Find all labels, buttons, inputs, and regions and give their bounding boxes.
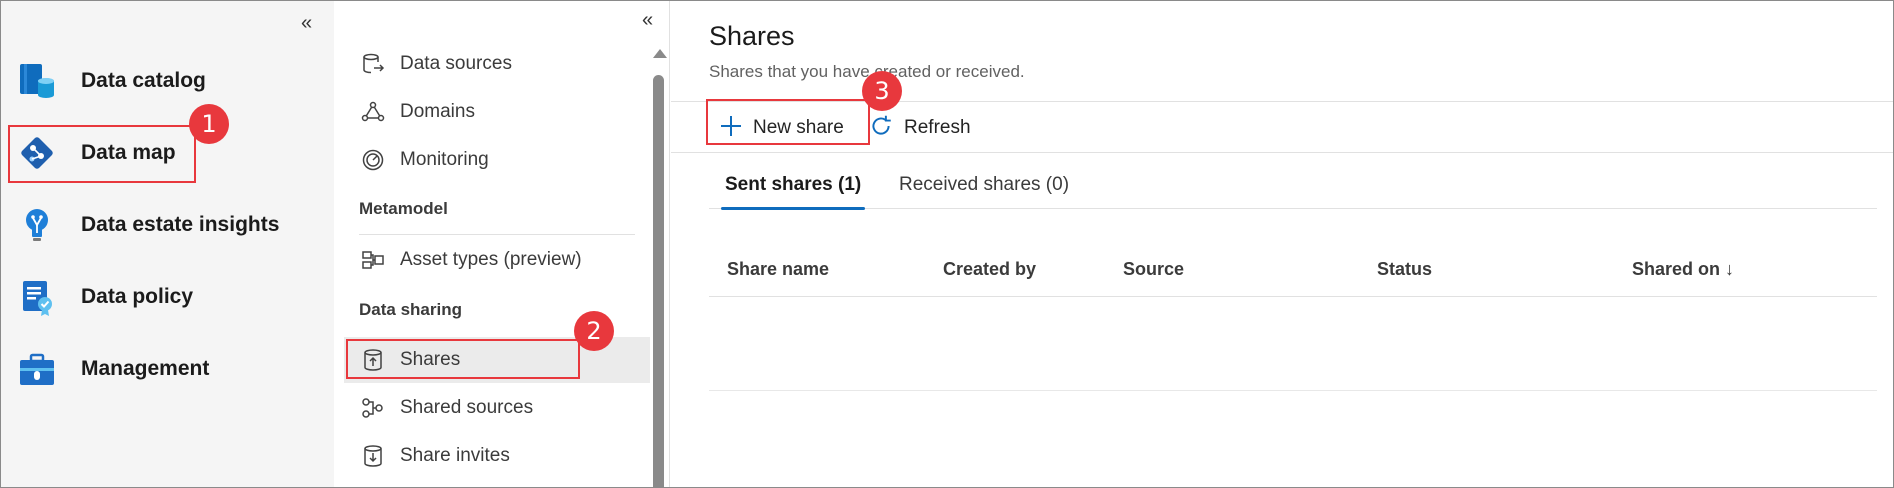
submenu-scrollbar[interactable]: [649, 49, 667, 487]
share-upload-icon: [360, 347, 386, 373]
submenu-section-data-sharing: Data sharing: [359, 300, 462, 319]
submenu-divider: [359, 234, 635, 235]
submenu-item-label: Share invites: [400, 445, 510, 466]
callout-badge-3: 3: [862, 71, 902, 111]
tab-sent-shares[interactable]: Sent shares (1): [721, 161, 866, 210]
rail-item-data-map[interactable]: Data map: [9, 123, 325, 183]
domains-triangle-icon: [360, 99, 386, 125]
left-rail: « Data catalog Data map Data estate insi…: [1, 1, 334, 487]
data-catalog-icon: [15, 59, 59, 103]
submenu-item-label: Data sources: [400, 53, 512, 74]
rail-item-label: Data catalog: [81, 69, 206, 92]
submenu-item-label: Monitoring: [400, 149, 489, 170]
column-source[interactable]: Source: [1123, 241, 1184, 297]
submenu-item-data-sources[interactable]: Data sources: [344, 41, 650, 87]
new-share-button[interactable]: New share: [719, 102, 844, 154]
shared-sources-icon: [360, 395, 386, 421]
database-arrow-icon: [360, 51, 386, 77]
data-map-icon: [15, 131, 59, 175]
column-shared-on[interactable]: Shared on ↓: [1632, 241, 1734, 297]
share-invites-icon: [360, 443, 386, 469]
shares-table-header: Share name Created by Source Status Shar…: [709, 241, 1877, 297]
rail-item-label: Management: [81, 357, 210, 380]
page-title: Shares: [709, 21, 795, 51]
submenu-item-domains[interactable]: Domains: [344, 89, 650, 135]
rail-collapse-button[interactable]: «: [301, 13, 312, 33]
callout-badge-2: 2: [574, 311, 614, 351]
submenu-item-share-invites[interactable]: Share invites: [344, 433, 650, 479]
column-share-name[interactable]: Share name: [727, 241, 829, 297]
gauge-icon: [360, 147, 386, 173]
submenu-item-label: Shares: [400, 349, 461, 370]
rail-item-data-estate-insights[interactable]: Data estate insights: [9, 195, 325, 255]
rail-item-label: Data policy: [81, 285, 194, 308]
insights-bulb-icon: [15, 203, 59, 247]
data-map-submenu: « Data sources Domains Monitoring Metamo…: [334, 1, 670, 487]
scroll-up-arrow-icon[interactable]: [653, 49, 667, 58]
column-created-by[interactable]: Created by: [943, 241, 1036, 297]
submenu-section-metamodel: Metamodel: [359, 199, 448, 218]
submenu-item-label: Domains: [400, 101, 475, 122]
submenu-item-asset-types[interactable]: Asset types (preview): [344, 237, 650, 283]
asset-types-icon: [360, 247, 386, 273]
rail-item-data-catalog[interactable]: Data catalog: [9, 51, 325, 111]
tab-received-shares[interactable]: Received shares (0): [895, 161, 1073, 209]
rail-item-data-policy[interactable]: Data policy: [9, 267, 325, 327]
rail-item-label: Data estate insights: [81, 213, 280, 236]
rail-item-management[interactable]: Management: [9, 339, 325, 399]
main-content: Shares Shares that you have created or r…: [671, 1, 1893, 487]
app-window: « Data catalog Data map Data estate insi…: [0, 0, 1894, 488]
submenu-item-label: Asset types (preview): [400, 249, 582, 270]
new-share-label: New share: [753, 117, 844, 138]
submenu-item-shared-sources[interactable]: Shared sources: [344, 385, 650, 431]
shares-tabs: Sent shares (1) Received shares (0): [709, 161, 1877, 210]
refresh-icon: [868, 113, 894, 144]
scrollbar-thumb[interactable]: [653, 75, 664, 487]
submenu-item-monitoring[interactable]: Monitoring: [344, 137, 650, 183]
data-policy-icon: [15, 275, 59, 319]
toolbox-icon: [15, 347, 59, 391]
callout-badge-1: 1: [189, 104, 229, 144]
column-status[interactable]: Status: [1377, 241, 1432, 297]
rail-item-label: Data map: [81, 141, 176, 164]
submenu-collapse-button[interactable]: «: [642, 10, 653, 30]
plus-icon: [719, 114, 743, 143]
submenu-item-label: Shared sources: [400, 397, 534, 418]
command-bar: New share Refresh: [671, 101, 1893, 154]
refresh-label: Refresh: [904, 117, 971, 138]
table-row[interactable]: [709, 297, 1877, 391]
